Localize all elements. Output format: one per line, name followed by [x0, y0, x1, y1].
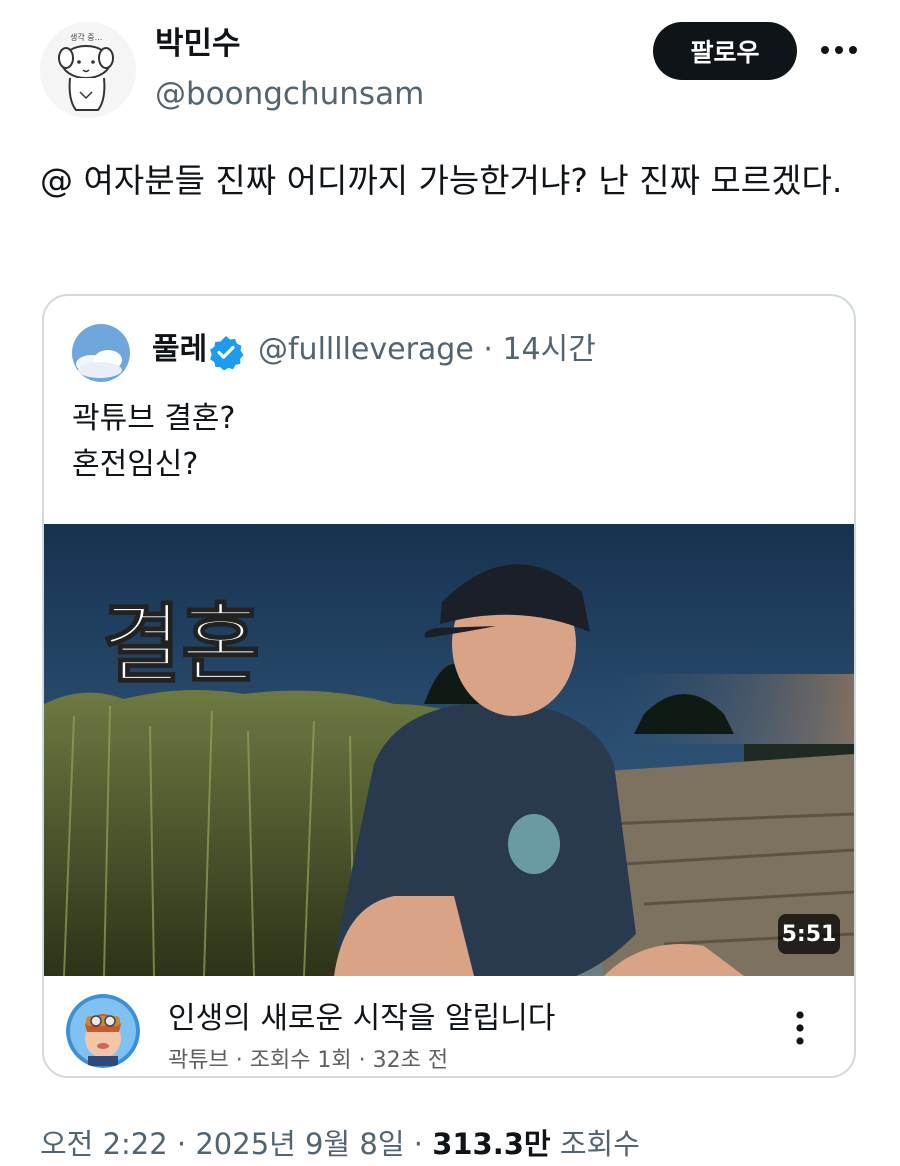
video-meta: 곽튜브 · 조회수 1회 · 32초 전	[168, 1048, 449, 1073]
views-count[interactable]: 313.3만	[432, 1127, 550, 1161]
video-thumbnail-image: 결혼	[44, 524, 854, 976]
more-horizontal-icon[interactable]	[815, 30, 863, 70]
meta-separator: ·	[483, 332, 493, 367]
video-title[interactable]: 인생의 새로운 시작을 알립니다	[168, 999, 555, 1039]
footer-separator: ·	[176, 1127, 187, 1161]
avatar-caption: 생각 중...	[70, 32, 102, 42]
dog-sketch-avatar-icon: 생각 중...	[40, 22, 136, 118]
video-duration-badge: 5:51	[778, 914, 840, 954]
post-time[interactable]: 오전 2:22	[40, 1127, 168, 1161]
quote-time[interactable]: 14시간	[502, 332, 595, 367]
footer-separator: ·	[413, 1127, 423, 1161]
quote-author-avatar[interactable]	[72, 324, 130, 382]
author-display-name[interactable]: 박민수	[155, 24, 241, 64]
quote-author-name[interactable]: 풀레	[152, 330, 207, 370]
quote-text-line: 혼전임신?	[72, 447, 199, 482]
quote-text: 곽튜브 결혼? 혼전임신?	[72, 396, 235, 488]
follow-button[interactable]: 팔로우	[653, 22, 797, 80]
sky-clouds-avatar-icon	[72, 324, 130, 382]
tweet-text: @ 여자분들 진짜 어디까지 가능한거냐? 난 진짜 모르겠다.	[40, 161, 843, 200]
tweet-footer: 오전 2:22 · 2025년 9월 8일 · 313.3만 조회수	[40, 1124, 640, 1164]
verified-badge-icon	[208, 334, 244, 371]
author-avatar[interactable]: 생각 중...	[40, 22, 136, 118]
video-thumbnail[interactable]: 결혼 5:51	[44, 524, 854, 976]
author-handle[interactable]: @boongchunsam	[155, 74, 424, 114]
cartoon-channel-avatar-icon[interactable]	[66, 994, 140, 1068]
post-date[interactable]: 2025년 9월 8일	[195, 1127, 404, 1161]
quote-meta: @fulllleverage · 14시간	[258, 330, 596, 370]
more-vertical-icon[interactable]	[788, 1008, 812, 1048]
views-label: 조회수	[559, 1127, 640, 1161]
thumbnail-overlay-text: 결혼	[102, 595, 260, 695]
quoted-tweet-card[interactable]: 풀레 @fulllleverage · 14시간 곽튜브 결혼? 혼전임신? 결…	[42, 294, 856, 1078]
quote-author-handle[interactable]: @fulllleverage	[258, 332, 474, 367]
quote-text-line: 곽튜브 결혼?	[72, 401, 236, 436]
